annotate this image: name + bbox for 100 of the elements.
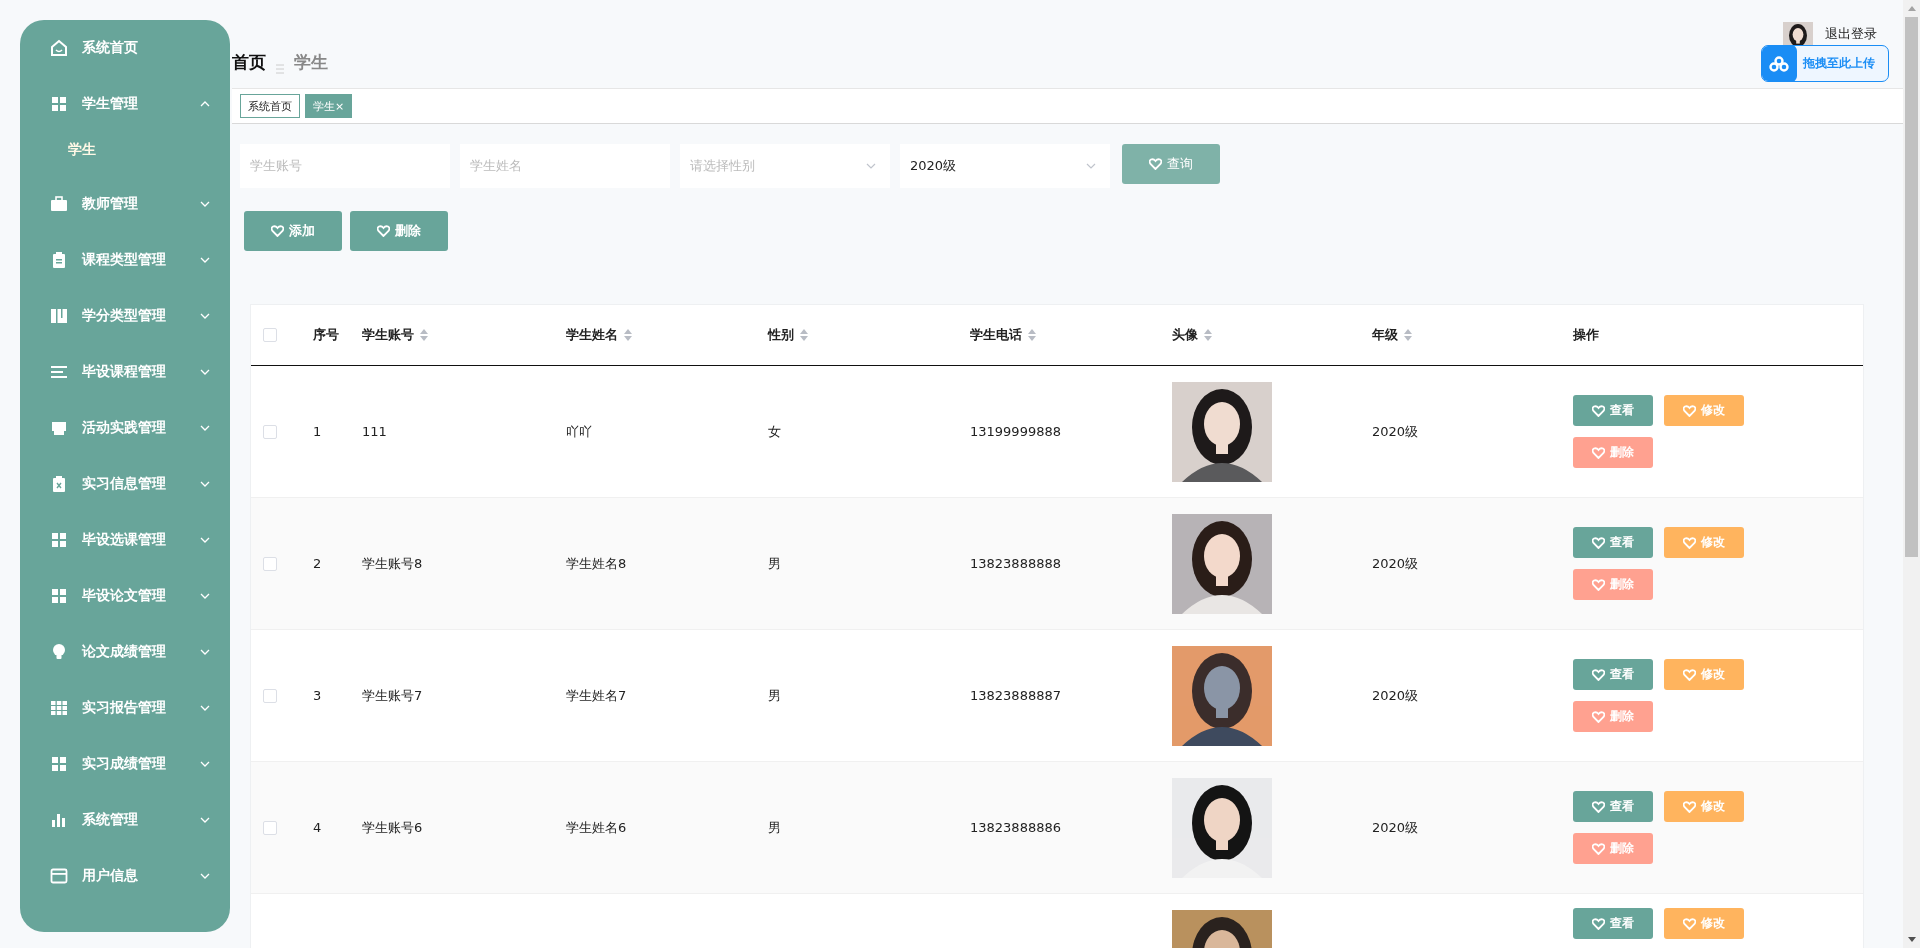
input-field[interactable]: 学生姓名: [460, 144, 670, 188]
chevron-down-icon: [866, 163, 876, 169]
add-button[interactable]: 添加: [244, 211, 342, 251]
menu-item[interactable]: 毕设选课管理: [20, 512, 230, 568]
view-button[interactable]: 查看: [1573, 791, 1653, 822]
grid-icon: [50, 755, 68, 773]
column-header: 学生电话: [970, 326, 1022, 344]
table-cell-text: 13823888887: [970, 688, 1062, 703]
menu-item[interactable]: 论文成绩管理: [20, 624, 230, 680]
card-icon: [50, 867, 68, 885]
column-header: 操作: [1573, 326, 1599, 344]
edit-button[interactable]: 修改: [1664, 395, 1744, 426]
menu-item[interactable]: 用户信息: [20, 848, 230, 904]
menu-item[interactable]: 活动实践管理: [20, 400, 230, 456]
menu-item[interactable]: 毕设论文管理: [20, 568, 230, 624]
edit-button[interactable]: 修改: [1664, 908, 1744, 939]
sort-icon: [1028, 329, 1036, 341]
search-button[interactable]: 查询: [1122, 144, 1220, 184]
delete-button[interactable]: 删除: [350, 211, 448, 251]
heart-icon: [1592, 446, 1605, 459]
menu-item[interactable]: 毕设课程管理: [20, 344, 230, 400]
delete-button[interactable]: 删除: [1573, 701, 1653, 732]
view-button[interactable]: 查看: [1573, 659, 1653, 690]
upload-widget[interactable]: 拖拽至此上传: [1761, 45, 1889, 82]
delete-button[interactable]: 删除: [1573, 569, 1653, 600]
table-cell-text: 学生账号6: [362, 818, 424, 837]
tab[interactable]: 学生×: [305, 94, 353, 118]
table-cell-text: 男: [768, 818, 782, 837]
delete-button[interactable]: 删除: [1573, 437, 1653, 468]
book-icon: [50, 307, 68, 325]
select-field[interactable]: 请选择性别: [680, 144, 890, 188]
sort-icon: [1204, 329, 1212, 341]
heart-icon: [1592, 917, 1605, 930]
table-cell-text: 3: [313, 688, 323, 703]
view-button[interactable]: 查看: [1573, 395, 1653, 426]
breadcrumb-item[interactable]: 首页: [232, 51, 266, 74]
bar-chart-icon: [50, 811, 68, 829]
checkbox[interactable]: [263, 688, 277, 703]
table-cell-text: 13199999888: [970, 424, 1062, 439]
edit-button[interactable]: 修改: [1664, 527, 1744, 558]
heart-icon: [1592, 668, 1605, 681]
table-cell-text: 4: [313, 820, 323, 835]
heart-icon: [1683, 800, 1696, 813]
briefcase-icon: [50, 195, 68, 213]
table-cell-text: 学生账号8: [362, 554, 424, 573]
input-field[interactable]: 学生账号: [240, 144, 450, 188]
menu-item[interactable]: 实习成绩管理: [20, 736, 230, 792]
heart-icon: [1592, 710, 1605, 723]
sort-icon: [1404, 329, 1412, 341]
scroll-down-icon: [1907, 937, 1916, 942]
menu-item[interactable]: 教师管理: [20, 176, 230, 232]
table-cell-text: 学生姓名7: [566, 686, 628, 705]
menu-item[interactable]: 系统管理: [20, 792, 230, 848]
view-button[interactable]: 查看: [1573, 908, 1653, 939]
view-button[interactable]: 查看: [1573, 527, 1653, 558]
grid-icon: [50, 531, 68, 549]
menu-item[interactable]: 实习报告管理: [20, 680, 230, 736]
logout-link[interactable]: 退出登录: [1825, 25, 1877, 43]
tab[interactable]: 系统首页: [240, 94, 300, 118]
table-cell-text: 2020级: [1372, 818, 1420, 837]
edit-button[interactable]: 修改: [1664, 791, 1744, 822]
chevron-down-icon: [1086, 163, 1096, 169]
select-field[interactable]: 2020级: [900, 144, 1110, 188]
edit-button[interactable]: 修改: [1664, 659, 1744, 690]
table-cell-text: 2: [313, 556, 323, 571]
table-cell-text: 13823888888: [970, 556, 1062, 571]
heart-icon: [271, 225, 284, 237]
column-header: 年级: [1372, 326, 1398, 344]
menu-item[interactable]: 系统首页: [20, 20, 230, 76]
table-icon: [50, 699, 68, 717]
heart-icon: [1592, 842, 1605, 855]
table-cell-text: 男: [768, 686, 782, 705]
delete-button[interactable]: 删除: [1573, 833, 1653, 864]
column-header: 头像: [1172, 326, 1198, 344]
menu-item[interactable]: 实习信息管理: [20, 456, 230, 512]
heart-icon: [1592, 578, 1605, 591]
checkbox[interactable]: [263, 820, 277, 835]
heart-icon: [1683, 668, 1696, 681]
checkbox[interactable]: [263, 328, 277, 342]
sort-icon: [624, 329, 632, 341]
table-cell-text: 学生账号7: [362, 686, 424, 705]
column-header: 学生姓名: [566, 326, 618, 344]
scroll-up-icon: [1907, 6, 1916, 11]
list-icon: [50, 363, 68, 381]
checkbox[interactable]: [263, 556, 277, 571]
heart-icon: [1149, 158, 1162, 170]
table-cell-text: 2020级: [1372, 422, 1420, 441]
home-icon: [50, 39, 68, 57]
table-cell-text: 学生姓名6: [566, 818, 628, 837]
heart-icon: [1683, 404, 1696, 417]
checkbox[interactable]: [263, 424, 277, 439]
breadcrumb-item: 学生: [294, 51, 328, 74]
clipboard-icon: [50, 251, 68, 269]
menu-item[interactable]: 课程类型管理: [20, 232, 230, 288]
heart-icon: [1592, 536, 1605, 549]
column-header: 性别: [768, 326, 794, 344]
sort-icon: [800, 329, 808, 341]
grid-icon: [50, 95, 68, 113]
menu-item[interactable]: 学分类型管理: [20, 288, 230, 344]
heart-icon: [1592, 404, 1605, 417]
